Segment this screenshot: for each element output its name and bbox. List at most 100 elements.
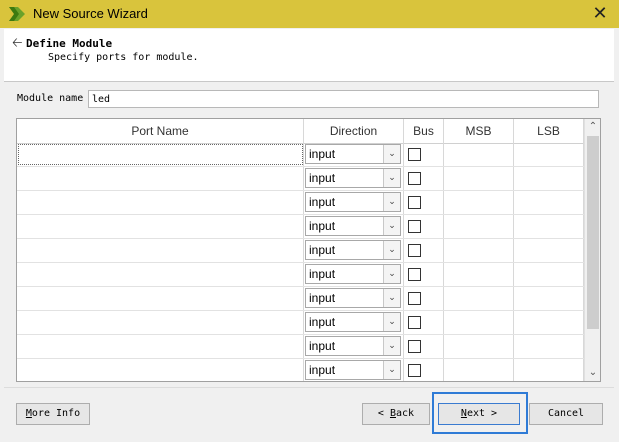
direction-select[interactable]: input ⌄ xyxy=(305,240,401,260)
port-name-cell[interactable] xyxy=(17,311,304,334)
table-row: input ⌄ xyxy=(17,143,584,167)
back-button[interactable]: < Back xyxy=(362,403,430,425)
lsb-cell[interactable] xyxy=(514,359,584,381)
msb-cell[interactable] xyxy=(444,143,514,166)
more-info-button[interactable]: More Info xyxy=(16,403,90,425)
chevron-down-icon[interactable]: ⌄ xyxy=(383,241,400,259)
bus-checkbox[interactable] xyxy=(408,148,421,161)
bus-checkbox[interactable] xyxy=(408,364,421,377)
scroll-down-icon[interactable]: ⌄ xyxy=(585,365,600,381)
chevron-down-icon[interactable]: ⌄ xyxy=(383,337,400,355)
chevron-down-icon[interactable]: ⌄ xyxy=(383,217,400,235)
msb-cell[interactable] xyxy=(444,191,514,214)
msb-cell[interactable] xyxy=(444,287,514,310)
lsb-cell[interactable] xyxy=(514,287,584,310)
port-name-cell[interactable] xyxy=(17,167,304,190)
lsb-cell[interactable] xyxy=(514,263,584,286)
bus-checkbox[interactable] xyxy=(408,172,421,185)
table-row: input ⌄ xyxy=(17,191,584,215)
cancel-button[interactable]: Cancel xyxy=(529,403,603,425)
bus-checkbox[interactable] xyxy=(408,220,421,233)
column-header-msb[interactable]: MSB xyxy=(444,119,514,143)
msb-cell[interactable] xyxy=(444,239,514,262)
bus-cell xyxy=(404,359,444,381)
table-row: input ⌄ xyxy=(17,287,584,311)
lsb-cell[interactable] xyxy=(514,191,584,214)
msb-cell[interactable] xyxy=(444,167,514,190)
lsb-cell[interactable] xyxy=(514,335,584,358)
port-name-cell[interactable] xyxy=(17,263,304,286)
chevron-down-icon[interactable]: ⌄ xyxy=(383,265,400,283)
module-name-input[interactable] xyxy=(88,90,599,108)
direction-cell: input ⌄ xyxy=(304,215,404,238)
bus-checkbox[interactable] xyxy=(408,292,421,305)
scrollbar-thumb[interactable] xyxy=(587,136,599,329)
chevron-down-icon[interactable]: ⌄ xyxy=(383,145,400,163)
direction-select[interactable]: input ⌄ xyxy=(305,216,401,236)
bus-cell xyxy=(404,287,444,310)
msb-cell[interactable] xyxy=(444,335,514,358)
chevron-down-icon[interactable]: ⌄ xyxy=(383,193,400,211)
next-button[interactable]: Next > xyxy=(438,403,520,425)
port-name-cell[interactable] xyxy=(17,239,304,262)
column-header-port-name[interactable]: Port Name xyxy=(17,119,304,143)
direction-cell: input ⌄ xyxy=(304,311,404,334)
lsb-cell[interactable] xyxy=(514,311,584,334)
window-title: New Source Wizard xyxy=(33,6,148,21)
bus-cell xyxy=(404,167,444,190)
close-icon[interactable]: ✕ xyxy=(589,3,611,25)
bus-checkbox[interactable] xyxy=(408,268,421,281)
direction-value: input xyxy=(309,147,336,161)
bus-checkbox[interactable] xyxy=(408,340,421,353)
port-name-cell[interactable] xyxy=(17,287,304,310)
bus-checkbox[interactable] xyxy=(408,244,421,257)
direction-cell: input ⌄ xyxy=(304,335,404,358)
table-row: input ⌄ xyxy=(17,335,584,359)
lsb-cell[interactable] xyxy=(514,215,584,238)
scroll-up-icon[interactable]: ⌃ xyxy=(585,119,600,135)
direction-select[interactable]: input ⌄ xyxy=(305,360,401,380)
chevron-down-icon[interactable]: ⌄ xyxy=(383,361,400,379)
table-row: input ⌄ xyxy=(17,239,584,263)
table-header: Port Name Direction Bus MSB LSB xyxy=(17,119,584,144)
direction-value: input xyxy=(309,363,336,377)
table-row: input ⌄ xyxy=(17,215,584,239)
msb-cell[interactable] xyxy=(444,359,514,381)
bus-cell xyxy=(404,215,444,238)
msb-cell[interactable] xyxy=(444,311,514,334)
port-name-cell[interactable] xyxy=(17,215,304,238)
direction-select[interactable]: input ⌄ xyxy=(305,288,401,308)
bus-cell xyxy=(404,143,444,166)
port-name-cell[interactable] xyxy=(17,191,304,214)
bus-checkbox[interactable] xyxy=(408,316,421,329)
bus-checkbox[interactable] xyxy=(408,196,421,209)
chevron-down-icon[interactable]: ⌄ xyxy=(383,169,400,187)
column-header-lsb[interactable]: LSB xyxy=(514,119,584,143)
column-header-direction[interactable]: Direction xyxy=(304,119,404,143)
direction-value: input xyxy=(309,267,336,281)
port-name-cell[interactable] xyxy=(17,335,304,358)
table-row: input ⌄ xyxy=(17,263,584,287)
direction-select[interactable]: input ⌄ xyxy=(305,192,401,212)
direction-select[interactable]: input ⌄ xyxy=(305,312,401,332)
chevron-down-icon[interactable]: ⌄ xyxy=(383,313,400,331)
direction-cell: input ⌄ xyxy=(304,359,404,381)
direction-select[interactable]: input ⌄ xyxy=(305,168,401,188)
lsb-cell[interactable] xyxy=(514,143,584,166)
direction-select[interactable]: input ⌄ xyxy=(305,264,401,284)
direction-value: input xyxy=(309,195,336,209)
column-header-bus[interactable]: Bus xyxy=(404,119,444,143)
lsb-cell[interactable] xyxy=(514,167,584,190)
chevron-down-icon[interactable]: ⌄ xyxy=(383,289,400,307)
direction-select[interactable]: input ⌄ xyxy=(305,336,401,356)
title-bar: New Source Wizard ✕ xyxy=(0,0,619,28)
lsb-cell[interactable] xyxy=(514,239,584,262)
msb-cell[interactable] xyxy=(444,215,514,238)
msb-cell[interactable] xyxy=(444,263,514,286)
direction-select[interactable]: input ⌄ xyxy=(305,144,401,164)
bus-cell xyxy=(404,335,444,358)
vertical-scrollbar[interactable]: ⌃ ⌄ xyxy=(584,119,600,381)
port-name-cell[interactable] xyxy=(17,143,304,166)
port-name-cell[interactable] xyxy=(17,359,304,381)
bus-cell xyxy=(404,263,444,286)
